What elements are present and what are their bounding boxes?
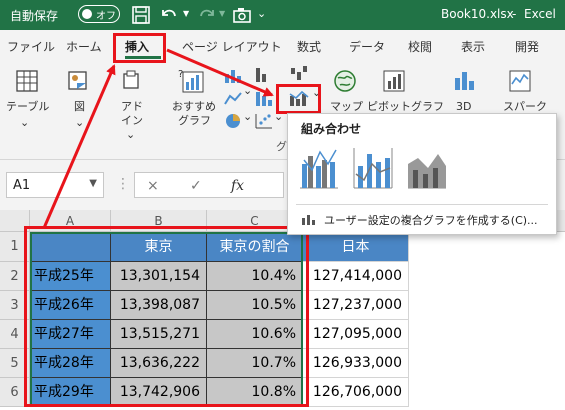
- autosave-state: オフ: [96, 11, 116, 22]
- save-icon[interactable]: [130, 4, 152, 26]
- title-separator: -: [512, 7, 517, 21]
- svg-text:?: ?: [178, 69, 183, 80]
- redo-dropdown-icon[interactable]: ▼: [219, 9, 225, 18]
- 3d-map-icon[interactable]: [451, 68, 477, 94]
- table-icon[interactable]: [14, 68, 40, 94]
- title-bar: 自動保存 オフ ▼ ▼ ⌄ Book10.xlsx - Excel: [0, 0, 565, 30]
- illustration-dropdown-icon[interactable]: ⌄: [75, 116, 84, 130]
- tab-data[interactable]: データ: [349, 38, 385, 55]
- tab-home[interactable]: ホーム: [66, 38, 102, 55]
- annotation-selected-range: [24, 226, 309, 407]
- statistic-chart-icon[interactable]: [254, 90, 274, 108]
- cell-d3[interactable]: 127,237,000: [303, 291, 409, 320]
- cell-d2[interactable]: 127,414,000: [303, 262, 409, 291]
- cancel-formula-icon[interactable]: ×: [147, 178, 159, 194]
- pie-chart-icon[interactable]: [223, 112, 243, 130]
- column-chart-icon[interactable]: [223, 66, 243, 84]
- map-chart-icon[interactable]: [332, 68, 358, 94]
- combo-chart-dropdown: 組み合わせ ユーザー設定の複合グラフを作成する(C)...: [287, 113, 557, 235]
- undo-icon[interactable]: [158, 4, 180, 26]
- custom-combo-chart-item[interactable]: ユーザー設定の複合グラフを作成する(C)...: [324, 212, 538, 228]
- addin-label-1: アド: [121, 100, 143, 113]
- tab-developer[interactable]: 開発: [515, 38, 539, 55]
- name-box[interactable]: A1 ▼: [6, 172, 104, 198]
- annotation-combo-chart: [276, 84, 321, 114]
- recommended-charts-label-1: おすすめ: [172, 100, 216, 113]
- 3d-map-label: 3D: [456, 100, 472, 113]
- ribbon-tab-bar: ファイル ホーム 挿入 ページ レイアウト 数式 データ 校閲 表示 開発: [0, 30, 565, 60]
- combo-area-column-icon[interactable]: [406, 144, 448, 190]
- app-name: Excel: [524, 7, 556, 21]
- custom-combo-chart-icon: [302, 215, 315, 225]
- pivot-chart-label: ピボットグラフ: [367, 100, 444, 113]
- sparkline-icon[interactable]: [507, 68, 533, 94]
- addin-label-2: イン: [121, 114, 143, 127]
- dropdown-separator: [296, 204, 548, 205]
- recommended-charts-icon[interactable]: ?: [177, 66, 207, 96]
- camera-icon[interactable]: [231, 4, 253, 26]
- name-box-dropdown-icon[interactable]: ▼: [89, 178, 97, 189]
- file-name: Book10.xlsx: [441, 7, 514, 21]
- pie-chart-dropdown-icon[interactable]: ⌄: [243, 110, 252, 124]
- recommended-charts-label-2: グラフ: [178, 114, 211, 127]
- sparkline-label: スパーク: [503, 100, 547, 113]
- illustration-label: 図: [74, 100, 85, 113]
- addin-icon[interactable]: [118, 68, 144, 94]
- combo-secondary-axis-icon[interactable]: [352, 144, 394, 190]
- autosave-toggle[interactable]: オフ: [78, 5, 120, 23]
- tab-view[interactable]: 表示: [461, 38, 485, 55]
- cell-d1[interactable]: 日本: [303, 232, 409, 262]
- toggle-knob: [82, 8, 92, 19]
- annotation-insert-tab: [113, 33, 166, 63]
- enter-formula-icon[interactable]: ✓: [190, 178, 202, 194]
- cell-d5[interactable]: 126,933,000: [303, 349, 409, 378]
- table-dropdown-icon[interactable]: ⌄: [20, 116, 29, 130]
- formula-buttons: × ✓ fx: [134, 172, 284, 198]
- tab-page-layout[interactable]: ページ レイアウト: [182, 38, 282, 55]
- redo-icon[interactable]: [196, 4, 218, 26]
- illustration-icon[interactable]: [65, 68, 91, 94]
- chart-group-label: グ: [276, 140, 287, 153]
- autosave-label: 自動保存: [10, 9, 59, 23]
- line-chart-dropdown-icon[interactable]: ⌄: [243, 84, 252, 98]
- tab-formulas[interactable]: 数式: [297, 38, 321, 55]
- table-label: テーブル: [6, 100, 50, 113]
- cell-reference: A1: [13, 178, 31, 193]
- combo-dropdown-title: 組み合わせ: [301, 122, 362, 136]
- cell-d6[interactable]: 126,706,000: [303, 378, 409, 407]
- scatter-chart-icon[interactable]: [254, 112, 274, 130]
- cell-d4[interactable]: 127,095,000: [303, 320, 409, 349]
- insert-function-icon[interactable]: fx: [231, 178, 244, 194]
- tab-file[interactable]: ファイル: [7, 38, 55, 55]
- waterfall-chart-icon[interactable]: [289, 64, 309, 82]
- customize-toolbar-icon[interactable]: ⌄: [257, 7, 266, 20]
- addin-dropdown-icon[interactable]: ⌄: [126, 128, 135, 142]
- tab-review[interactable]: 校閲: [408, 38, 432, 55]
- map-label: マップ: [330, 100, 363, 113]
- combo-clustered-column-line-icon[interactable]: [298, 144, 340, 190]
- undo-dropdown-icon[interactable]: ▼: [183, 9, 189, 18]
- line-chart-icon[interactable]: [223, 90, 243, 108]
- pivot-chart-icon[interactable]: [381, 68, 407, 94]
- hierarchy-chart-icon[interactable]: [254, 66, 274, 84]
- formula-bar-grip-icon[interactable]: ⋮: [116, 176, 130, 192]
